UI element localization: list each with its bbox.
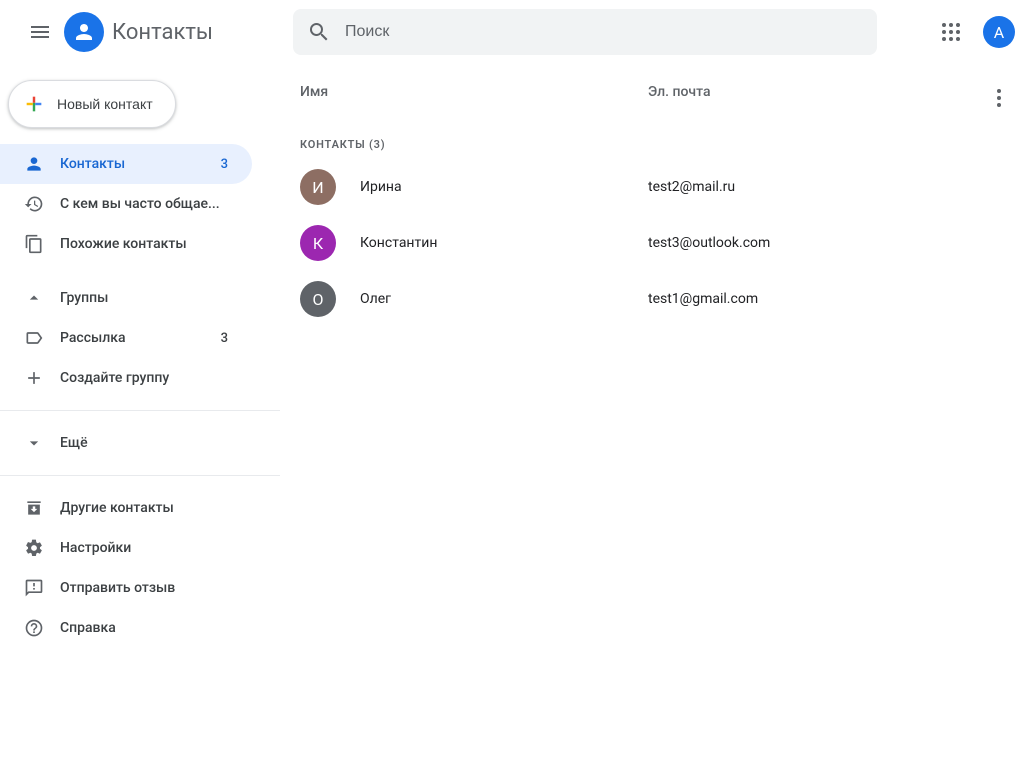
header: Контакты A [0,0,1031,64]
header-right: A [931,12,1015,52]
nav-label: Рассылка [60,330,221,346]
nav-group-item[interactable]: Рассылка 3 [0,318,252,358]
nav-label: Отправить отзыв [60,580,228,596]
contact-name: Константин [360,235,648,251]
search-bar[interactable] [293,9,877,55]
apps-grid-icon [939,20,963,44]
create-contact-label: Новый контакт [57,96,153,112]
divider [0,475,280,476]
body: Новый контакт Контакты 3 С кем вы часто … [0,64,1031,763]
nav-label: Настройки [60,540,228,556]
history-icon [24,194,60,214]
columns-header: Имя Эл. почта [300,64,1015,120]
duplicate-icon [24,234,60,254]
nav-label: С кем вы часто общае... [60,196,228,212]
contact-avatar: К [300,225,336,261]
plus-multicolor-icon [23,93,45,115]
contact-row[interactable]: К Константинtest3@outlook.com [300,215,1015,271]
plus-icon [24,368,60,388]
contact-email: test2@mail.ru [648,179,735,195]
contact-row[interactable]: И Иринаtest2@mail.ru [300,159,1015,215]
column-email-header: Эл. почта [648,84,1015,100]
contact-name: Олег [360,291,648,307]
search-icon [307,20,331,44]
contact-row[interactable]: О Олегtest1@gmail.com [300,271,1015,327]
nav-label: Справка [60,620,228,636]
nav-contacts[interactable]: Контакты 3 [0,144,252,184]
nav-count: 3 [221,331,228,346]
nav-label: Ещё [60,435,228,451]
hamburger-icon [28,20,52,44]
avatar-letter: A [994,23,1004,42]
account-avatar[interactable]: A [983,16,1015,48]
feedback-icon [24,578,60,598]
nav-count: 3 [221,157,228,172]
nav-label: Похожие контакты [60,236,228,252]
divider [0,410,280,411]
contact-name: Ирина [360,179,648,195]
google-apps-button[interactable] [931,12,971,52]
column-name-header: Имя [300,84,648,100]
contact-avatar: И [300,169,336,205]
main-menu-button[interactable] [16,8,64,56]
nav-other-contacts[interactable]: Другие контакты [0,488,252,528]
nav-label: Другие контакты [60,500,228,516]
nav-frequent[interactable]: С кем вы часто общае... [0,184,252,224]
nav-label: Создайте группу [60,370,228,386]
person-icon [24,154,60,174]
nav-more-toggle[interactable]: Ещё [0,423,252,463]
app-title: Контакты [112,20,213,45]
app-logo[interactable]: Контакты [64,12,213,52]
section-label: КОНТАКТЫ (3) [300,120,1015,159]
gear-icon [24,538,60,558]
nav-groups-toggle[interactable]: Группы [0,278,252,318]
chevron-down-icon [24,433,60,453]
nav-merge[interactable]: Похожие контакты [0,224,252,264]
create-contact-button[interactable]: Новый контакт [8,80,176,128]
archive-icon [24,498,60,518]
nav-create-group[interactable]: Создайте группу [0,358,252,398]
content: Имя Эл. почта КОНТАКТЫ (3) И Иринаtest2@m… [280,64,1031,763]
contact-avatar: О [300,281,336,317]
help-icon [24,618,60,638]
contacts-logo-icon [64,12,104,52]
sidebar: Новый контакт Контакты 3 С кем вы часто … [0,64,280,763]
nav-label: Группы [60,290,228,306]
label-icon [24,328,60,348]
chevron-up-icon [24,288,60,308]
contact-email: test3@outlook.com [648,235,770,251]
more-vert-icon [987,86,1011,110]
nav-settings[interactable]: Настройки [0,528,252,568]
nav-label: Контакты [60,156,221,172]
contact-list: И Иринаtest2@mail.ru К Константинtest3@outl… [300,159,1015,327]
nav-help[interactable]: Справка [0,608,252,648]
nav-feedback[interactable]: Отправить отзыв [0,568,252,608]
list-more-button[interactable] [979,78,1019,118]
search-input[interactable] [345,23,863,41]
contact-email: test1@gmail.com [648,291,758,307]
